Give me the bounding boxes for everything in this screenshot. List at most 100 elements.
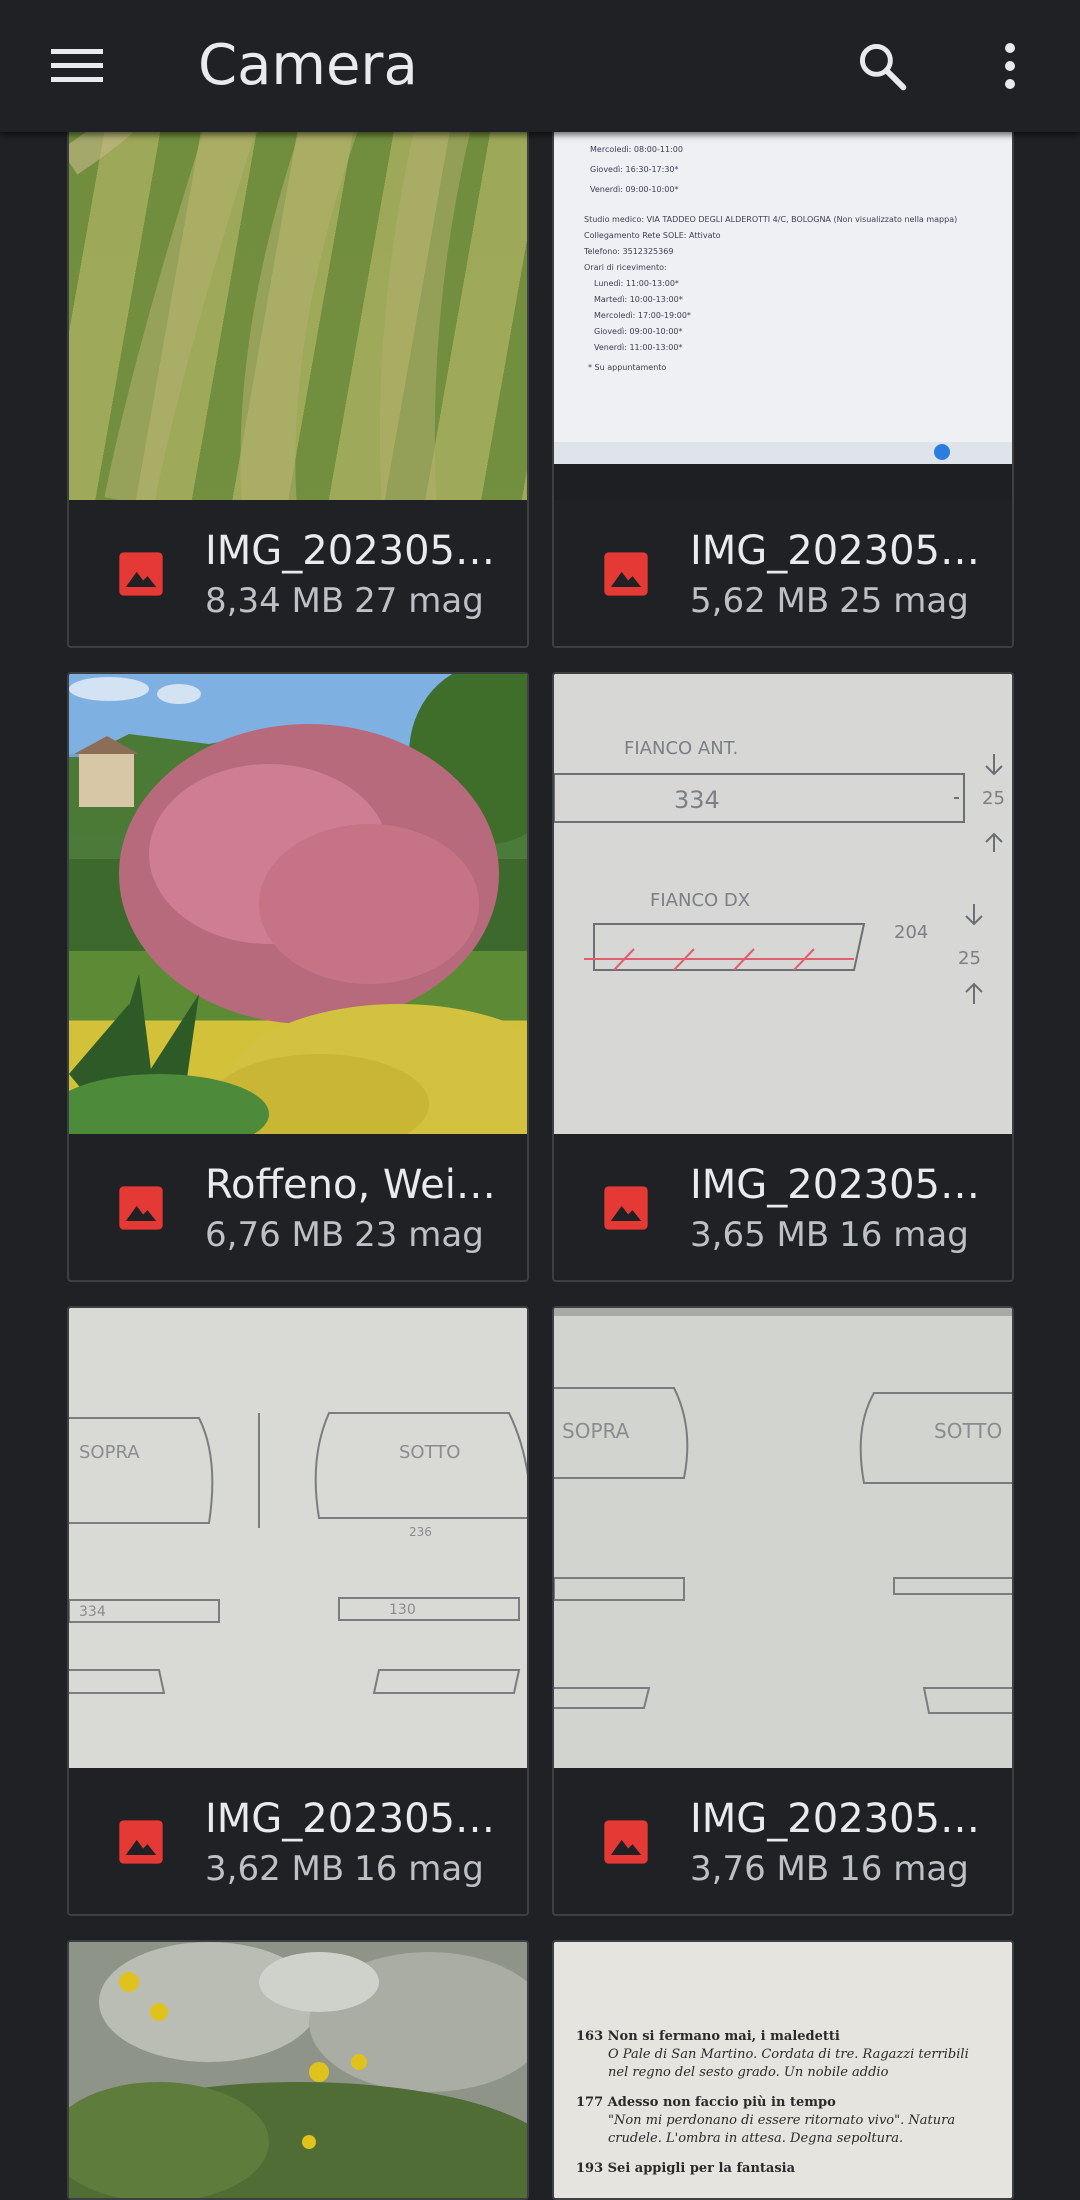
file-date: 16 mag bbox=[839, 1215, 969, 1255]
file-card[interactable]: 163 Non si fermano mai, i maledetti O Pa… bbox=[552, 1940, 1014, 2200]
file-meta: 3,76 MB 16 mag bbox=[690, 1848, 969, 1890]
file-date: 16 mag bbox=[839, 1849, 969, 1889]
drawing-photo: SOPRA SOTTO 236 334 130 bbox=[69, 1308, 527, 1770]
screen-line: Giovedì: 09:00-10:00* bbox=[594, 327, 683, 336]
thumbnail-drawing: SOPRA SOTTO bbox=[554, 1308, 1012, 1770]
screen-line: * Su appuntamento bbox=[588, 363, 666, 372]
file-date: 27 mag bbox=[354, 581, 484, 621]
thumbnail-drawing: FIANCO ANT. 334 25 FIANCO DX 204 25 bbox=[554, 674, 1012, 1136]
file-size: 3,65 MB bbox=[690, 1215, 830, 1255]
book-line: nel regno del sesto grado. Un nobile add… bbox=[608, 2065, 889, 2080]
file-name: IMG_202305… bbox=[690, 528, 980, 574]
image-icon bbox=[119, 1186, 163, 1230]
book-line: crudele. L'ombra in attesa. Degna sepolt… bbox=[608, 2131, 903, 2146]
thumbnail-book: 163 Non si fermano mai, i maledetti O Pa… bbox=[554, 1942, 1012, 2198]
file-name: IMG_202305… bbox=[690, 1796, 980, 1842]
book-line: "Non mi perdonano di essere ritornato vi… bbox=[608, 2113, 955, 2128]
file-name: Roffeno, Wei… bbox=[205, 1162, 496, 1208]
drawing-text: 25 bbox=[958, 948, 981, 969]
screen-line: Collegamento Rete SOLE: Attivato bbox=[584, 231, 721, 240]
app-bar: Camera bbox=[0, 0, 1080, 132]
garden-photo bbox=[69, 674, 527, 1164]
file-name: IMG_202305… bbox=[205, 528, 495, 574]
file-size: 3,76 MB bbox=[690, 1849, 830, 1889]
drawing-photo: FIANCO ANT. 334 25 FIANCO DX 204 25 bbox=[554, 674, 1012, 1136]
screen-line: Martedì: 10:00-13:00* bbox=[594, 295, 683, 304]
thumbnail-rocks bbox=[69, 1942, 527, 2198]
file-date: 23 mag bbox=[354, 1215, 484, 1255]
drawing-text: 236 bbox=[409, 1525, 432, 1539]
file-name: IMG_202305… bbox=[205, 1796, 495, 1842]
drawing-text: SOTTO bbox=[399, 1442, 460, 1463]
screen-line: Venerdì: 09:00-10:00* bbox=[590, 185, 678, 194]
lawn-stripes bbox=[69, 102, 476, 507]
file-info: IMG_202305… 8,34 MB 27 mag bbox=[69, 500, 527, 646]
menu-button[interactable] bbox=[40, 36, 114, 96]
book-photo: 163 Non si fermano mai, i maledetti O Pa… bbox=[554, 1942, 1012, 2198]
file-meta: 8,34 MB 27 mag bbox=[205, 580, 484, 622]
book-line: O Pale di San Martino. Cordata di tre. R… bbox=[608, 2047, 969, 2062]
search-button[interactable] bbox=[848, 32, 916, 100]
book-line: 163 Non si fermano mai, i maledetti bbox=[576, 2029, 840, 2044]
menu-icon bbox=[51, 49, 103, 82]
screen-line: Mercoledì: 08:00-11:00 bbox=[590, 145, 683, 154]
screen-line: Orari di ricevimento: bbox=[584, 263, 667, 272]
drawing-text: 204 bbox=[894, 922, 928, 943]
file-card[interactable]: SOPRA SOTTO IMG_202305… 3,76 MB 16 mag bbox=[552, 1306, 1014, 1916]
page-title: Camera bbox=[198, 33, 418, 98]
drawing-text: SOPRA bbox=[79, 1442, 140, 1463]
screen-photo: Mercoledì: 08:00-11:00 Giovedì: 16:30-17… bbox=[554, 102, 1012, 502]
drawing-text: 334 bbox=[674, 786, 720, 814]
file-size: 6,76 MB bbox=[205, 1215, 345, 1255]
thumbnail-garden bbox=[69, 674, 527, 1164]
image-icon bbox=[604, 1186, 648, 1230]
image-icon bbox=[119, 552, 163, 596]
thumbnail-lawn bbox=[69, 102, 527, 507]
thumbnail-screen: Mercoledì: 08:00-11:00 Giovedì: 16:30-17… bbox=[554, 102, 1012, 502]
file-info: IMG_202305… 3,76 MB 16 mag bbox=[554, 1768, 1012, 1914]
drawing-text: 334 bbox=[79, 1604, 106, 1620]
screen-line: Mercoledì: 17:00-19:00* bbox=[594, 311, 691, 320]
file-grid: IMG_202305… 8,34 MB 27 mag Mercoledì: 08:… bbox=[0, 0, 1080, 2200]
image-icon bbox=[604, 1820, 648, 1864]
rocks-photo bbox=[69, 1942, 527, 2198]
image-icon bbox=[119, 1820, 163, 1864]
book-line: 177 Adesso non faccio più in tempo bbox=[576, 2095, 836, 2110]
drawing-text: 130 bbox=[389, 1602, 416, 1618]
book-line: 193 Sei appigli per la fantasia bbox=[576, 2161, 796, 2176]
more-vert-icon bbox=[1005, 43, 1015, 89]
file-meta: 3,62 MB 16 mag bbox=[205, 1848, 484, 1890]
file-size: 3,62 MB bbox=[205, 1849, 345, 1889]
file-meta: 5,62 MB 25 mag bbox=[690, 580, 969, 622]
drawing-text: FIANCO ANT. bbox=[624, 738, 738, 759]
drawing-text: SOTTO bbox=[934, 1419, 1002, 1443]
drawing-text: 25 bbox=[982, 788, 1005, 809]
file-card[interactable]: Roffeno, Wei… 6,76 MB 23 mag bbox=[67, 672, 529, 1282]
file-date: 25 mag bbox=[839, 581, 969, 621]
file-size: 5,62 MB bbox=[690, 581, 830, 621]
file-info: Roffeno, Wei… 6,76 MB 23 mag bbox=[69, 1134, 527, 1280]
file-info: IMG_202305… 3,65 MB 16 mag bbox=[554, 1134, 1012, 1280]
file-card[interactable]: FIANCO ANT. 334 25 FIANCO DX 204 25 IMG_… bbox=[552, 672, 1014, 1282]
thumbnail-drawing: SOPRA SOTTO 236 334 130 bbox=[69, 1308, 527, 1770]
file-size: 8,34 MB bbox=[205, 581, 345, 621]
image-icon bbox=[604, 552, 648, 596]
file-card[interactable]: SOPRA SOTTO 236 334 130 IMG_202305… 3,62… bbox=[67, 1306, 529, 1916]
file-info: IMG_202305… 5,62 MB 25 mag bbox=[554, 500, 1012, 646]
drawing-photo: SOPRA SOTTO bbox=[554, 1308, 1012, 1770]
file-card[interactable]: Mercoledì: 08:00-11:00 Giovedì: 16:30-17… bbox=[552, 100, 1014, 648]
file-meta: 3,65 MB 16 mag bbox=[690, 1214, 969, 1256]
drawing-text: SOPRA bbox=[562, 1419, 630, 1443]
screen-line: Studio medico: VIA TADDEO DEGLI ALDEROTT… bbox=[584, 215, 957, 224]
screen-line: Lunedì: 11:00-13:00* bbox=[594, 279, 679, 288]
file-meta: 6,76 MB 23 mag bbox=[205, 1214, 484, 1256]
more-options-button[interactable] bbox=[980, 32, 1040, 100]
screen-line: Giovedì: 16:30-17:30* bbox=[590, 165, 679, 174]
file-card[interactable]: IMG_202305… 8,34 MB 27 mag bbox=[67, 100, 529, 648]
screen-line: Telefono: 3512325369 bbox=[583, 247, 673, 256]
file-date: 16 mag bbox=[354, 1849, 484, 1889]
file-name: IMG_202305… bbox=[690, 1162, 980, 1208]
file-info: IMG_202305… 3,62 MB 16 mag bbox=[69, 1768, 527, 1914]
screen-line: Venerdì: 11:00-13:00* bbox=[594, 343, 682, 352]
file-card[interactable] bbox=[67, 1940, 529, 2200]
